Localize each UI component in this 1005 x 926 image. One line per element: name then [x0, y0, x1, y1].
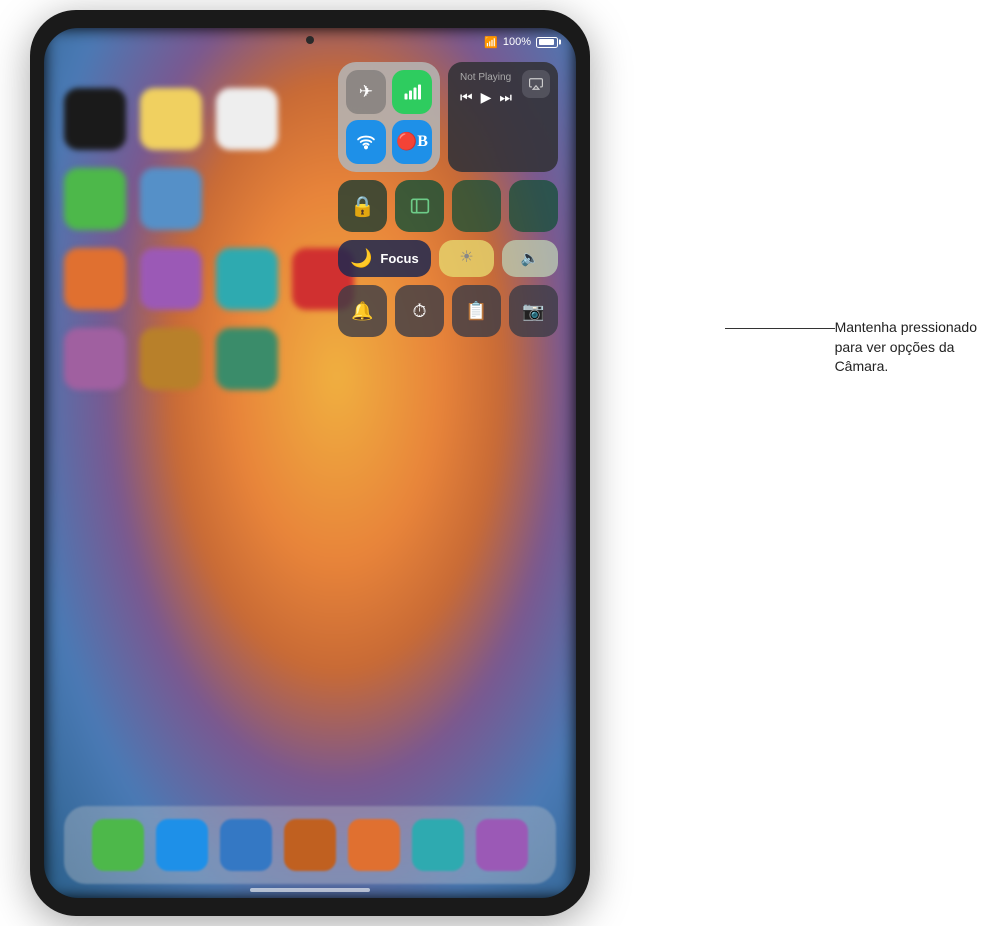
dock-icon-4[interactable]	[284, 819, 336, 871]
brightness-slider[interactable]: ☀	[439, 240, 495, 277]
app-icon-orange[interactable]	[64, 248, 126, 310]
app-icon-notes[interactable]	[140, 88, 202, 150]
dock	[64, 806, 556, 884]
volume-slider[interactable]: 🔈	[502, 240, 558, 277]
home-indicator	[250, 888, 370, 892]
brightness-icon: ☀	[459, 247, 473, 267]
app-icon-violet[interactable]	[64, 328, 126, 390]
annotation: Mantenha pressionadopara ver opções daCâ…	[725, 318, 977, 377]
volume-icon: 🔈	[521, 249, 540, 267]
cellular-icon	[403, 83, 421, 101]
airplay-icon	[529, 77, 543, 91]
cc-empty-2[interactable]	[509, 180, 558, 232]
airplane-mode-button[interactable]: ✈	[346, 70, 386, 114]
cc-row-1: ✈	[338, 62, 558, 172]
airplay-button[interactable]	[522, 70, 550, 98]
battery-fill	[539, 39, 554, 45]
app-row-4	[64, 328, 556, 390]
ipad-screen: 📶 100%	[44, 28, 576, 898]
cc-row-2: 🔒	[338, 180, 558, 232]
focus-label: Focus	[380, 251, 418, 266]
annotation-text: Mantenha pressionadopara ver opções daCâ…	[835, 318, 977, 377]
app-icon-blue2[interactable]	[140, 168, 202, 230]
play-button[interactable]: ▶	[481, 89, 492, 106]
conn-row-top: ✈	[346, 70, 432, 114]
screen-mirror-button[interactable]	[395, 180, 444, 232]
app-icon-purple[interactable]	[140, 248, 202, 310]
connectivity-block: ✈	[338, 62, 440, 172]
camera-notch	[306, 36, 314, 44]
dock-icon-5[interactable]	[348, 819, 400, 871]
annotation-line	[725, 328, 835, 329]
app-icon-files[interactable]	[216, 88, 278, 150]
mirror-icon	[410, 196, 430, 216]
focus-button[interactable]: 🌙 Focus	[338, 240, 431, 277]
moon-icon: 🌙	[350, 248, 372, 269]
app-icon-dark-green[interactable]	[216, 328, 278, 390]
prev-button[interactable]: ⏮	[460, 89, 473, 106]
app-icon-terminal[interactable]	[64, 88, 126, 150]
cc-row-4: 🔔 ⏱ 📋 📷	[338, 285, 558, 337]
wifi-icon: 📶	[484, 36, 498, 49]
cc-row-3: 🌙 Focus ☀ 🔈	[338, 240, 558, 277]
camera-button[interactable]: 📷	[509, 285, 558, 337]
wifi-button[interactable]	[346, 120, 386, 164]
timer-button[interactable]: ⏱	[395, 285, 444, 337]
now-playing-block: Not Playing ⏮ ▶ ⏭	[448, 62, 558, 172]
app-icon-green[interactable]	[64, 168, 126, 230]
screen-rotation-lock-button[interactable]: 🔒	[338, 180, 387, 232]
quick-note-button[interactable]: 📋	[452, 285, 501, 337]
app-icon-brown[interactable]	[140, 328, 202, 390]
conn-row-bottom: 🔴 B	[346, 120, 432, 164]
battery-icon	[536, 37, 558, 48]
next-button[interactable]: ⏭	[499, 89, 512, 106]
cellular-button[interactable]	[392, 70, 432, 114]
control-center: ✈	[338, 62, 558, 337]
cc-empty-1[interactable]	[452, 180, 501, 232]
ipad-frame: 📶 100%	[30, 10, 590, 916]
alarm-button[interactable]: 🔔	[338, 285, 387, 337]
dock-icon-6[interactable]	[412, 819, 464, 871]
app-icon-teal[interactable]	[216, 248, 278, 310]
wifi-button-icon	[356, 133, 376, 151]
status-bar-right: 📶 100%	[484, 36, 558, 49]
bluetooth-button[interactable]: 🔴 B	[392, 120, 432, 164]
dock-icon-1[interactable]	[92, 819, 144, 871]
dock-icon-7[interactable]	[476, 819, 528, 871]
dock-icon-3[interactable]	[220, 819, 272, 871]
dock-icon-2[interactable]	[156, 819, 208, 871]
battery-percent: 100%	[503, 36, 531, 48]
